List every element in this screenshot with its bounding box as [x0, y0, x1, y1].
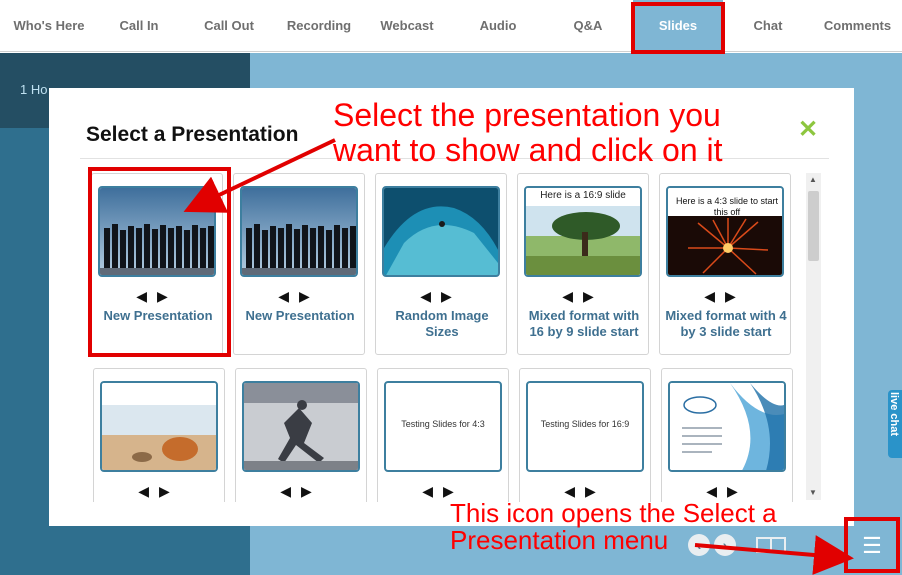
grid-scrollbar[interactable]: ▲ ▼: [806, 173, 821, 500]
slide-nav-arrows[interactable]: ◀▶: [660, 288, 790, 305]
thumbnail-caption: Here is a 4:3 slide to start this off: [675, 196, 779, 217]
slide-nav-arrows[interactable]: ◀▶: [234, 288, 364, 305]
scroll-thumb[interactable]: [808, 191, 819, 261]
presentation-name: New Presentation: [245, 308, 355, 323]
highlight-list-icon: [844, 517, 900, 573]
presentation-name: Random Image Sizes: [395, 308, 489, 339]
presentation-thumbnail: [242, 381, 360, 472]
presentation-name: Mixed format with 16 by 9 slide start: [528, 308, 640, 339]
highlight-presentation-card: [88, 167, 231, 357]
presentation-card[interactable]: ◀▶: [93, 368, 225, 502]
tab-comments[interactable]: Comments: [813, 0, 902, 52]
presentation-thumbnail: [668, 381, 786, 472]
live-chat-label: live chat: [888, 392, 900, 437]
presentation-thumbnail: [240, 186, 358, 277]
host-count-label: 1 Ho: [20, 82, 48, 97]
top-tab-bar: Who's Here Call In Call Out Recording We…: [0, 0, 902, 52]
presentation-card[interactable]: Testing Slides for 4:3 ◀▶: [377, 368, 509, 502]
thumbnail-caption: Testing Slides for 16:9: [540, 419, 630, 429]
presentation-card[interactable]: ◀▶ New Presentation: [233, 173, 365, 355]
tab-chat[interactable]: Chat: [723, 0, 813, 52]
presentation-thumbnail: Testing Slides for 4:3: [384, 381, 502, 472]
presentation-card[interactable]: ◀▶: [235, 368, 367, 502]
tab-call-in[interactable]: Call In: [94, 0, 184, 52]
tab-qa[interactable]: Q&A: [546, 0, 630, 52]
tab-recording[interactable]: Recording: [274, 0, 364, 52]
presentation-thumbnail: Testing Slides for 16:9: [526, 381, 644, 472]
tab-call-out[interactable]: Call Out: [184, 0, 274, 52]
presentation-card[interactable]: ◀▶: [661, 368, 793, 502]
tab-audio[interactable]: Audio: [450, 0, 546, 52]
annotation-list-icon: This icon opens the Select a Presentatio…: [450, 498, 777, 555]
thumbnail-caption: Testing Slides for 4:3: [401, 419, 485, 429]
presentation-thumbnail: [382, 186, 500, 277]
presentation-card[interactable]: Here is a 16:9 slide ◀▶ Mixed format wit…: [517, 173, 649, 355]
presentation-thumbnail: Here is a 4:3 slide to start this off: [666, 186, 784, 277]
presentation-name: Mixed format with 4 by 3 slide start: [665, 308, 787, 339]
presentation-card[interactable]: ◀▶ Random Image Sizes: [375, 173, 507, 355]
annotation-select-presentation: Select the presentation you want to show…: [333, 97, 723, 168]
thumbnail-caption: Here is a 16:9 slide: [540, 190, 626, 201]
highlight-slides-tab: [631, 2, 725, 54]
scroll-up-icon[interactable]: ▲: [809, 175, 817, 184]
presentation-card[interactable]: Testing Slides for 16:9 ◀▶: [519, 368, 651, 502]
presentation-card[interactable]: Here is a 4:3 slide to start this off ◀▶…: [659, 173, 791, 355]
tab-whos-here[interactable]: Who's Here: [4, 0, 94, 52]
slide-nav-arrows[interactable]: ◀▶: [236, 483, 366, 500]
close-icon[interactable]: ✕: [798, 115, 818, 144]
modal-title: Select a Presentation: [86, 123, 299, 146]
slide-nav-arrows[interactable]: ◀▶: [376, 288, 506, 305]
presentation-thumbnail: Here is a 16:9 slide: [524, 186, 642, 277]
slide-nav-arrows[interactable]: ◀▶: [94, 483, 224, 500]
presentation-thumbnail: [100, 381, 218, 472]
scroll-down-icon[interactable]: ▼: [809, 488, 817, 497]
live-chat-tab[interactable]: live chat: [888, 390, 902, 458]
tab-webcast[interactable]: Webcast: [364, 0, 450, 52]
slide-nav-arrows[interactable]: ◀▶: [518, 288, 648, 305]
